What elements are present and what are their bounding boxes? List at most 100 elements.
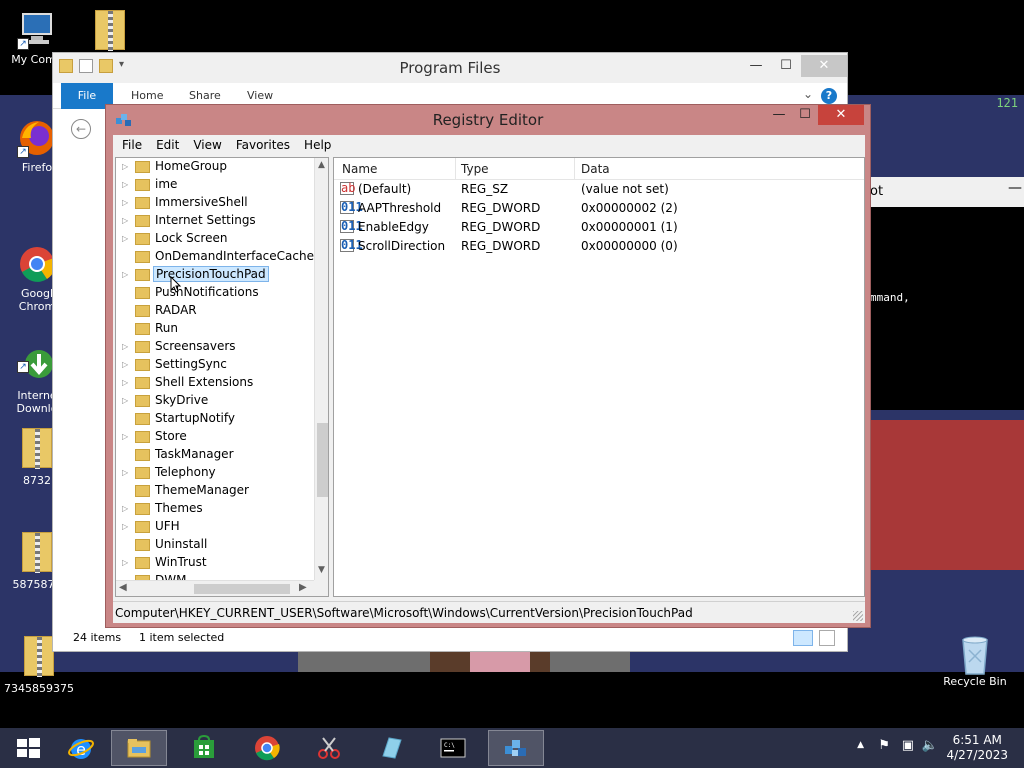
expand-arrow-icon[interactable]: ▷ (122, 378, 128, 387)
value-row[interactable]: 011 AAPThreshold REG_DWORD 0x00000002 (2) (334, 199, 864, 218)
column-divider[interactable] (574, 158, 575, 180)
value-row[interactable]: 011 EnableEdgy REG_DWORD 0x00000001 (1) (334, 218, 864, 237)
tree-item[interactable]: ▷ Internet Settings (116, 212, 314, 230)
tree-item[interactable]: ▷ Telephony (116, 464, 314, 482)
menu-file[interactable]: File (115, 135, 149, 155)
expand-arrow-icon[interactable]: ▷ (122, 270, 128, 279)
expand-arrow-icon[interactable]: ▷ (122, 522, 128, 531)
scrollbar-thumb[interactable] (317, 423, 328, 497)
chevron-down-icon[interactable]: ⌄ (803, 87, 813, 101)
tree-item[interactable]: ▷ Screensavers (116, 338, 314, 356)
scrollbar-thumb[interactable] (194, 584, 290, 594)
taskbar-internet-explorer[interactable]: e (53, 730, 109, 766)
close-button[interactable]: ✕ (801, 55, 847, 77)
expand-arrow-icon[interactable]: ▷ (122, 360, 128, 369)
desktop-icon-zip[interactable] (75, 10, 145, 51)
column-divider[interactable] (455, 158, 456, 180)
desktop-icon-recycle-bin[interactable]: Recycle Bin (940, 632, 1010, 688)
tree-item[interactable]: RADAR (116, 302, 314, 320)
expand-arrow-icon[interactable]: ▷ (122, 234, 128, 243)
expand-arrow-icon[interactable]: ▷ (122, 396, 128, 405)
tree-item[interactable]: ▷ Themes (116, 500, 314, 518)
minimize-button[interactable]: — (741, 55, 771, 77)
tree-item[interactable]: ▷ Store (116, 428, 314, 446)
tab-home[interactable]: Home (131, 89, 163, 102)
expand-arrow-icon[interactable]: ▷ (122, 198, 128, 207)
column-header-type[interactable]: Type (461, 162, 489, 176)
back-arrow-icon[interactable]: ← (71, 119, 91, 139)
tree-horizontal-scrollbar[interactable]: ◀ ▶ (116, 580, 314, 596)
tree-item[interactable]: ▷ ImmersiveShell (116, 194, 314, 212)
tree-item[interactable]: ▷ Lock Screen (116, 230, 314, 248)
scroll-left-icon[interactable]: ◀ (119, 582, 127, 593)
menu-view[interactable]: View (186, 135, 228, 155)
tree-item-label: Telephony (155, 465, 216, 479)
tree-vertical-scrollbar[interactable]: ▲ ▼ (314, 158, 328, 580)
maximize-button[interactable]: ☐ (771, 55, 801, 77)
network-icon[interactable]: ▣ (902, 738, 914, 753)
tree-item[interactable]: OnDemandInterfaceCache (116, 248, 314, 266)
tree-item[interactable]: ThemeManager (116, 482, 314, 500)
registry-key-tree[interactable]: ▷ HomeGroup ▷ ime ▷ ImmersiveShell ▷ Internet S… (115, 157, 329, 597)
value-row[interactable]: 011 ScrollDirection REG_DWORD 0x00000000 (0… (334, 237, 864, 256)
tree-item[interactable]: ▷ PrecisionTouchPad (116, 266, 314, 284)
expand-arrow-icon[interactable]: ▷ (122, 216, 128, 225)
expand-arrow-icon[interactable]: ▷ (122, 180, 128, 189)
registry-editor-window[interactable]: Registry Editor — ☐ ✕ File Edit View Fav… (105, 104, 871, 628)
menu-help[interactable]: Help (297, 135, 338, 155)
large-icons-view-icon[interactable] (819, 630, 835, 646)
registry-values-list[interactable]: Name Type Data ab (Default) REG_SZ (value n… (333, 157, 865, 597)
taskbar-notepad[interactable] (363, 730, 419, 766)
volume-muted-icon[interactable]: 🔈 (922, 738, 938, 753)
close-button[interactable]: ✕ (818, 105, 864, 125)
scroll-up-icon[interactable]: ▲ (318, 160, 325, 170)
expand-arrow-icon[interactable]: ▷ (122, 558, 128, 567)
tree-item[interactable]: ▷ ime (116, 176, 314, 194)
taskbar-snipping-tool[interactable] (301, 730, 357, 766)
explorer-titlebar[interactable]: ▾ Program Files — ☐ ✕ (53, 53, 847, 83)
minimize-button[interactable]: — (766, 105, 792, 125)
tab-view[interactable]: View (247, 89, 273, 102)
maximize-button[interactable]: ☐ (792, 105, 818, 125)
registry-editor-titlebar[interactable]: Registry Editor — ☐ ✕ (106, 105, 870, 135)
tree-item[interactable]: ▷ SkyDrive (116, 392, 314, 410)
clock[interactable]: 6:51 AM 4/27/2023 (946, 733, 1008, 763)
expand-arrow-icon[interactable]: ▷ (122, 504, 128, 513)
tree-item[interactable]: Run (116, 320, 314, 338)
start-button[interactable] (0, 730, 56, 766)
menu-favorites[interactable]: Favorites (229, 135, 297, 155)
taskbar-store[interactable] (176, 730, 232, 766)
scroll-right-icon[interactable]: ▶ (299, 582, 307, 593)
tree-item[interactable]: ▷ Shell Extensions (116, 374, 314, 392)
tree-item[interactable]: Uninstall (116, 536, 314, 554)
expand-arrow-icon[interactable]: ▷ (122, 468, 128, 477)
taskbar-command-prompt[interactable]: C:\ (425, 730, 481, 766)
tree-item[interactable]: ▷ UFH (116, 518, 314, 536)
scroll-down-icon[interactable]: ▼ (318, 565, 325, 575)
show-hidden-icons-icon[interactable]: ▲ (857, 740, 864, 750)
help-icon[interactable]: ? (821, 88, 837, 104)
resize-grip-icon[interactable] (853, 611, 863, 621)
minimize-icon[interactable]: — (1008, 180, 1022, 196)
expand-arrow-icon[interactable]: ▷ (122, 162, 128, 171)
tree-item[interactable]: ▷ SettingSync (116, 356, 314, 374)
folder-icon (135, 161, 150, 173)
taskbar-file-explorer[interactable] (111, 730, 167, 766)
taskbar-registry-editor[interactable] (488, 730, 544, 766)
taskbar-chrome[interactable] (239, 730, 295, 766)
tree-item[interactable]: PushNotifications (116, 284, 314, 302)
tab-share[interactable]: Share (189, 89, 221, 102)
action-center-flag-icon[interactable]: ⚑ (878, 738, 890, 753)
tree-item[interactable]: ▷ WinTrust (116, 554, 314, 572)
value-row[interactable]: ab (Default) REG_SZ (value not set) (334, 180, 864, 199)
expand-arrow-icon[interactable]: ▷ (122, 432, 128, 441)
expand-arrow-icon[interactable]: ▷ (122, 342, 128, 351)
menu-edit[interactable]: Edit (149, 135, 186, 155)
details-view-icon[interactable] (793, 630, 813, 646)
column-header-data[interactable]: Data (581, 162, 610, 176)
tree-item-label: TaskManager (155, 447, 234, 461)
tree-item[interactable]: ▷ HomeGroup (116, 158, 314, 176)
tree-item[interactable]: StartupNotify (116, 410, 314, 428)
column-header-name[interactable]: Name (342, 162, 377, 176)
tree-item[interactable]: TaskManager (116, 446, 314, 464)
